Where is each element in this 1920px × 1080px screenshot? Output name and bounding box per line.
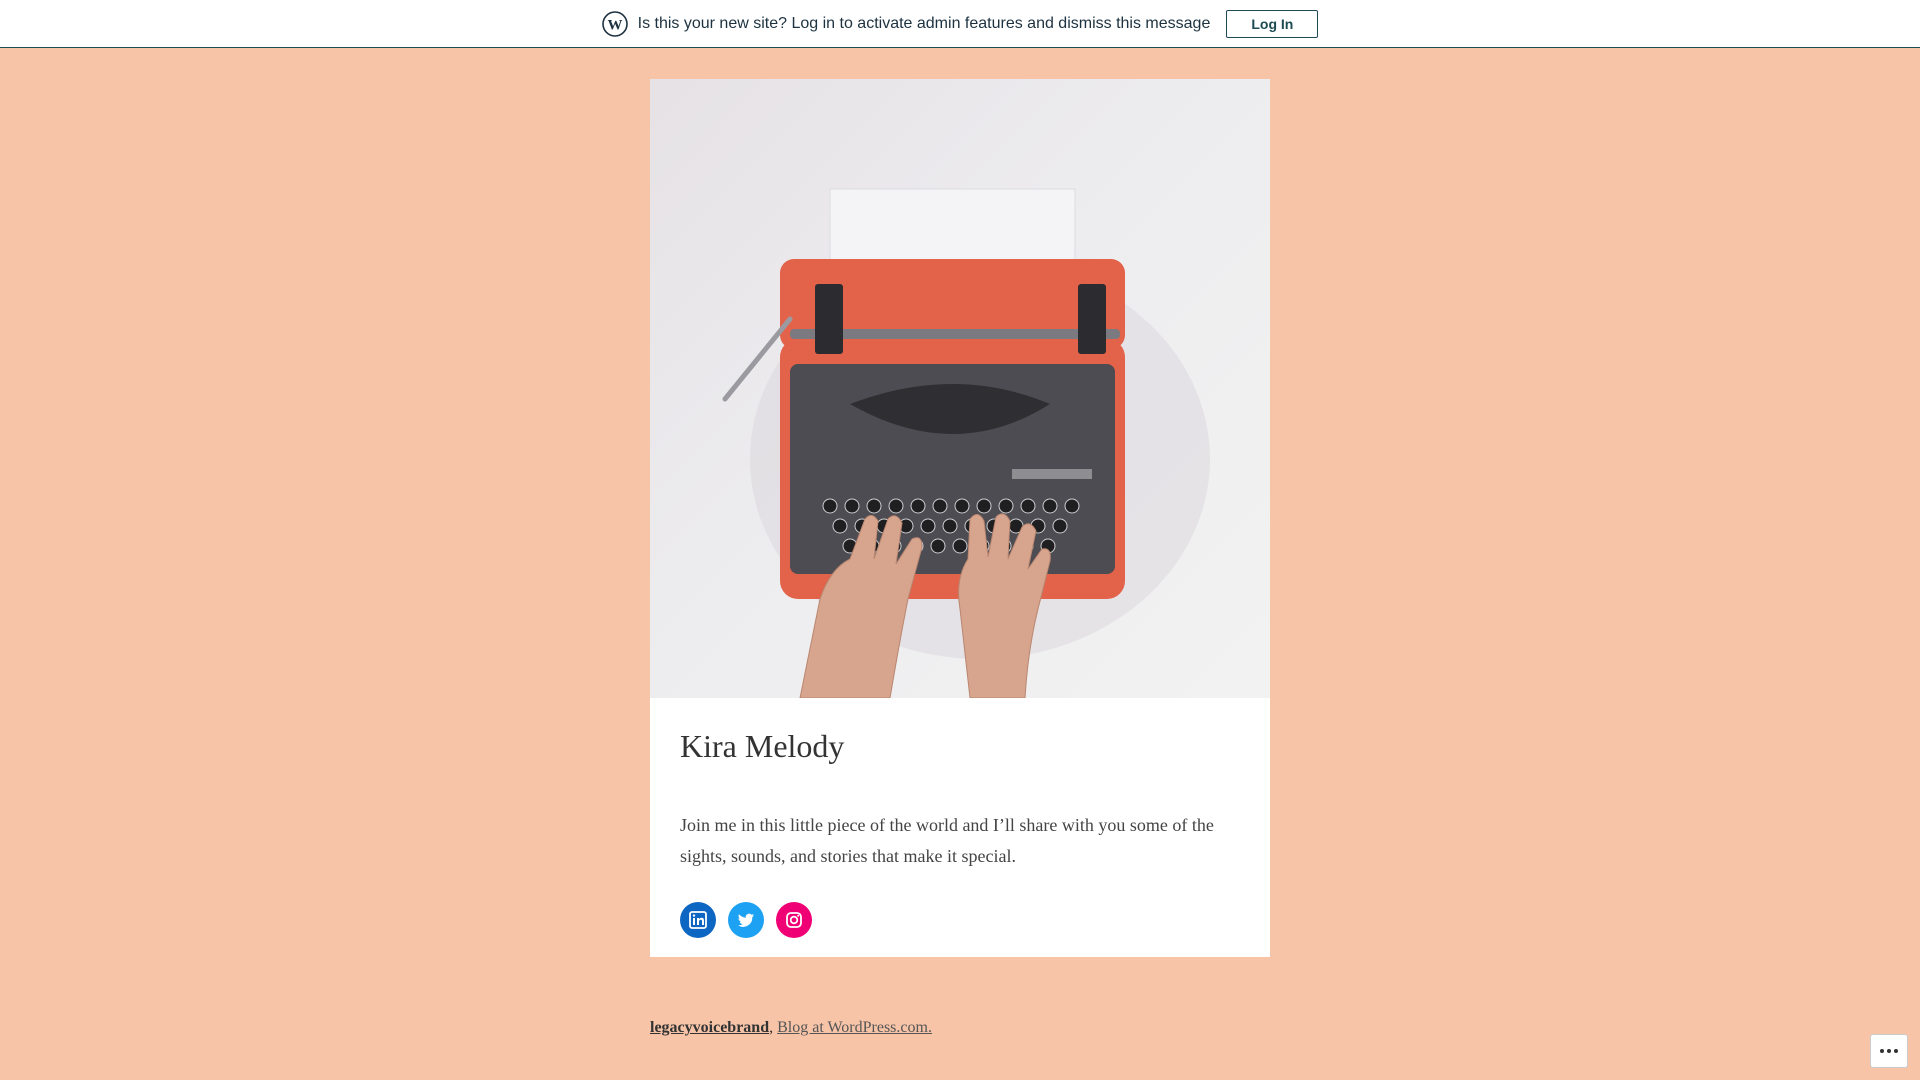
instagram-icon	[784, 910, 804, 930]
linkedin-icon	[688, 910, 708, 930]
more-actions-button[interactable]	[1870, 1034, 1908, 1068]
linkedin-link[interactable]	[680, 902, 716, 938]
svg-text:W: W	[607, 17, 622, 33]
site-title[interactable]: Kira Melody	[680, 726, 1240, 766]
site-footer: legacyvoicebrand, Blog at WordPress.com.	[650, 1019, 932, 1037]
hero-image-typewriter	[650, 79, 1270, 698]
twitter-link[interactable]	[728, 902, 764, 938]
ellipsis-dot	[1894, 1049, 1898, 1053]
admin-notice-content: W Is this your new site? Log in to activ…	[601, 9, 1319, 38]
footer-wordpress-link[interactable]: Blog at WordPress.com.	[777, 1019, 932, 1036]
footer-separator: ,	[769, 1019, 774, 1036]
wordpress-logo-icon: W	[601, 10, 628, 37]
social-links	[680, 902, 1240, 938]
instagram-link[interactable]	[776, 902, 812, 938]
card-body: Kira Melody Join me in this little piece…	[650, 698, 1270, 938]
ellipsis-dot	[1887, 1049, 1891, 1053]
admin-notice-bar: W Is this your new site? Log in to activ…	[0, 0, 1920, 48]
site-description: Join me in this little piece of the worl…	[680, 815, 1214, 866]
admin-notice-message: Is this your new site? Log in to activat…	[637, 14, 1211, 32]
twitter-icon	[736, 910, 756, 930]
ellipsis-icon	[1880, 1049, 1884, 1053]
profile-card: Kira Melody Join me in this little piece…	[650, 79, 1270, 957]
log-in-button[interactable]: Log In	[1226, 9, 1319, 38]
footer-brand-link[interactable]: legacyvoicebrand	[650, 1019, 769, 1036]
